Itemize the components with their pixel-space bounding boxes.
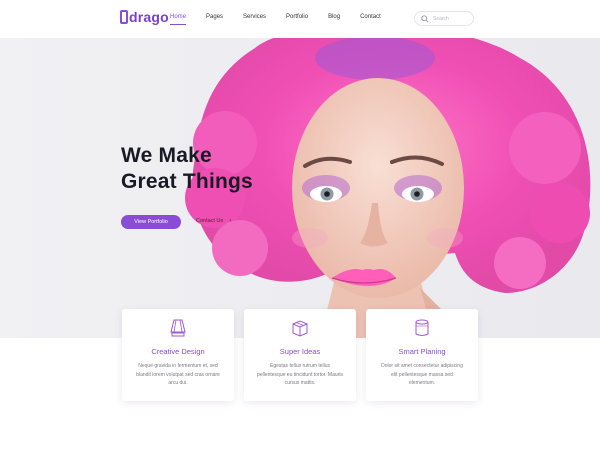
nav-item-pages[interactable]: Pages <box>206 14 223 20</box>
feature-description: Egestas tellus rutrum tellus pellentesqu… <box>257 363 343 386</box>
contact-us-link[interactable]: Contact Us › <box>196 218 231 224</box>
main-nav: Home Pages Services Portfolio Blog Conta… <box>170 14 401 25</box>
feature-title: Smart Planing <box>398 347 446 356</box>
search-input[interactable] <box>433 15 469 22</box>
feature-card-super-ideas: Super Ideas Egestas tellus rutrum tellus… <box>244 309 356 401</box>
feature-title: Creative Design <box>151 347 205 356</box>
cylinder-icon <box>415 319 429 336</box>
hero-title-line-2: Great Things <box>121 170 253 193</box>
feature-title: Super Ideas <box>279 347 321 356</box>
nav-item-contact[interactable]: Contact <box>360 14 381 20</box>
nav-item-blog[interactable]: Blog <box>328 14 340 20</box>
contact-us-label: Contact Us <box>196 218 224 224</box>
hero-title: We Make Great Things <box>121 143 253 195</box>
logo[interactable]: drago <box>120 9 169 25</box>
hero-portrait-image <box>0 38 600 338</box>
feature-card-creative-design: Creative Design Neque gravida in ferment… <box>122 309 234 401</box>
logo-text: drago <box>129 9 169 25</box>
hero-title-line-1: We Make <box>121 144 212 167</box>
nav-item-services[interactable]: Services <box>243 14 266 20</box>
box-icon <box>292 320 308 337</box>
feature-card-smart-planing: Smart Planing Dolor sit amet consectetur… <box>366 309 478 401</box>
nav-item-home[interactable]: Home <box>170 14 187 25</box>
search-icon <box>421 14 429 23</box>
chevron-right-icon: › <box>229 218 232 224</box>
nav-item-portfolio[interactable]: Portfolio <box>286 14 308 20</box>
lamp-icon <box>170 319 186 337</box>
feature-description: Dolor sit amet consectetur adipiscing el… <box>381 363 463 386</box>
site-header: drago Home Pages Services Portfolio Blog… <box>0 0 600 38</box>
view-portfolio-button[interactable]: View Portfolio <box>121 215 181 229</box>
hero-section: We Make Great Things View Portfolio Cont… <box>0 38 600 338</box>
feature-description: Neque gravida in fermentum et, sed bland… <box>136 363 220 386</box>
search-box[interactable] <box>414 11 474 26</box>
logo-mark-icon <box>120 10 128 24</box>
